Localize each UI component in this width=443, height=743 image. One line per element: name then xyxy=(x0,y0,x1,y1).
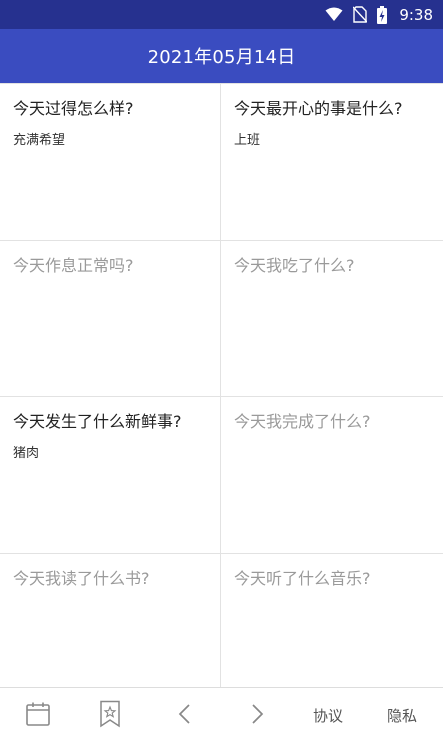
previous-day-button[interactable] xyxy=(158,688,210,743)
answer-text: 上班 xyxy=(234,133,261,148)
question-card[interactable]: 今天发生了什么新鲜事? 猪肉 xyxy=(0,397,221,554)
status-bar: 9:38 xyxy=(0,0,443,29)
no-sim-icon xyxy=(353,6,368,23)
next-day-button[interactable] xyxy=(232,688,284,743)
agreement-button[interactable]: 协议 xyxy=(300,688,356,743)
chevron-right-icon xyxy=(251,703,265,729)
answer-text: 猪肉 xyxy=(13,446,40,461)
question-card[interactable]: 今天我吃了什么? xyxy=(221,241,443,397)
question-text: 今天听了什么音乐? xyxy=(234,569,371,588)
question-text: 今天发生了什么新鲜事? xyxy=(13,412,182,431)
status-time: 9:38 xyxy=(399,5,433,24)
battery-charging-icon xyxy=(377,5,388,24)
privacy-label: 隐私 xyxy=(386,707,417,725)
question-text: 今天作息正常吗? xyxy=(13,256,134,275)
calendar-button[interactable] xyxy=(12,688,64,743)
agreement-label: 协议 xyxy=(312,707,343,725)
answer-text: 充满希望 xyxy=(13,133,66,148)
question-card[interactable]: 今天作息正常吗? xyxy=(0,241,221,397)
bottom-toolbar: 协议 隐私 xyxy=(0,687,443,743)
question-text: 今天过得怎么样? xyxy=(13,99,134,118)
date-title[interactable]: 2021年05月14日 xyxy=(148,43,296,69)
question-text: 今天最开心的事是什么? xyxy=(234,99,403,118)
question-card[interactable]: 今天我读了什么书? xyxy=(0,554,221,688)
question-grid: 今天过得怎么样? 充满希望 今天最开心的事是什么? 上班 今天作息正常吗? 今天… xyxy=(0,83,443,688)
calendar-icon xyxy=(25,701,51,731)
question-text: 今天我读了什么书? xyxy=(13,569,150,588)
question-card[interactable]: 今天我完成了什么? xyxy=(221,397,443,554)
question-text: 今天我完成了什么? xyxy=(234,412,371,431)
question-card[interactable]: 今天听了什么音乐? xyxy=(221,554,443,688)
bookmark-button[interactable] xyxy=(84,688,136,743)
privacy-button[interactable]: 隐私 xyxy=(374,688,430,743)
question-card[interactable]: 今天过得怎么样? 充满希望 xyxy=(0,84,221,241)
question-text: 今天我吃了什么? xyxy=(234,256,355,275)
wifi-icon xyxy=(325,7,343,22)
header: 2021年05月14日 xyxy=(0,29,443,83)
bookmark-icon xyxy=(99,700,121,732)
chevron-left-icon xyxy=(177,703,191,729)
question-card[interactable]: 今天最开心的事是什么? 上班 xyxy=(221,84,443,241)
